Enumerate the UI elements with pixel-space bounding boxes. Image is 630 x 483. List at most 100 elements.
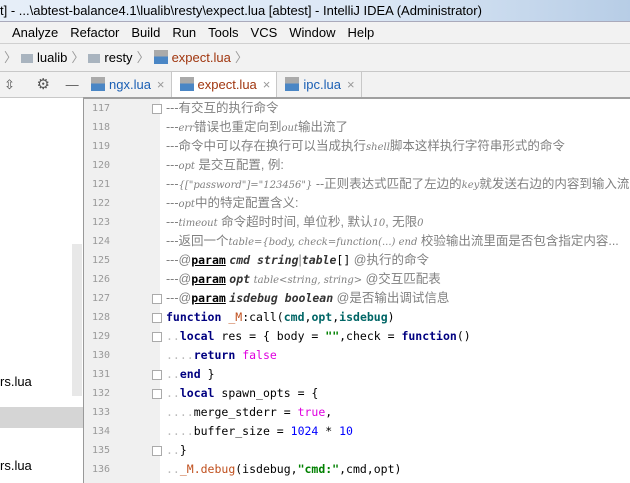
tab-label: expect.lua <box>197 77 257 92</box>
menu-run[interactable]: Run <box>172 25 196 40</box>
code-token: shell <box>366 142 390 153</box>
code-line: ---有交互的执行命令 <box>166 99 279 118</box>
code-token: 是交互配置, 例: <box>194 158 284 172</box>
code-token: 命令超时时间, 单位秒, 默认 <box>217 215 373 229</box>
code-token: 校验输出流里面是否包含指定内容... <box>417 234 619 248</box>
code-token: .. <box>166 462 180 476</box>
tab-ngx-lua[interactable]: ngx.lua × <box>83 72 172 97</box>
code-token: .... <box>166 405 194 419</box>
code-token: (isdebug, <box>235 462 298 476</box>
code-line: ..local spawn_opts = { <box>166 384 318 403</box>
code-token: param <box>191 272 226 286</box>
menu-bar: Analyze Refactor Build Run Tools VCS Window Hel… <box>0 22 630 44</box>
code-token: , <box>325 405 333 419</box>
menu-vcs[interactable]: VCS <box>251 25 278 40</box>
file-item[interactable]: rs.lua <box>0 458 32 473</box>
menu-build[interactable]: Build <box>131 25 160 40</box>
code-token: cmd <box>283 310 305 324</box>
menu-window[interactable]: Window <box>289 25 335 40</box>
menu-refactor[interactable]: Refactor <box>70 25 119 40</box>
line-number: 131 <box>91 369 110 380</box>
code-token: [] <box>336 253 351 267</box>
code-token: spawn_opts = { <box>214 386 319 400</box>
code-line: ---err错误也重定向到out输出流了 <box>166 118 348 137</box>
code-token: --- <box>166 177 179 191</box>
code-token: true <box>297 405 326 419</box>
code-token: ---命令中可以存在换行可以当成执行 <box>166 139 366 153</box>
collapse-icon[interactable]: ⇳ <box>4 77 15 92</box>
code-token: @交互匹配表 <box>362 272 441 286</box>
line-number: 136 <box>91 464 110 475</box>
fold-icon[interactable] <box>152 389 162 399</box>
fold-icon[interactable] <box>152 446 162 456</box>
breadcrumb-lualib[interactable]: lualib <box>37 50 67 65</box>
close-icon[interactable]: × <box>347 77 355 92</box>
code-token: opt <box>229 272 251 286</box>
code-token: {["password"]="123456"} <box>178 180 313 191</box>
code-token: @执行的命令 <box>350 253 429 267</box>
minimize-icon[interactable]: — <box>66 77 79 92</box>
fold-icon[interactable] <box>152 332 162 342</box>
line-number: 135 <box>91 445 110 456</box>
code-token: return <box>193 348 236 362</box>
code-line: ---命令中可以存在换行可以当成执行shell脚本这样执行字符串形式的命令 <box>166 137 565 156</box>
close-icon[interactable]: × <box>157 77 165 92</box>
code-token: timeout <box>178 218 218 229</box>
selected-row[interactable] <box>0 407 83 428</box>
code-line: ....merge_stderr = true, <box>166 403 332 422</box>
tab-expect-lua[interactable]: expect.lua × <box>171 72 278 97</box>
code-token: opt <box>311 310 333 324</box>
line-number: 124 <box>91 236 110 247</box>
line-number: 132 <box>91 388 110 399</box>
code-token: .. <box>166 367 180 381</box>
file-item[interactable]: rs.lua <box>0 374 32 389</box>
code-token: _M.debug <box>179 462 236 476</box>
code-line: ....buffer_size = 1024 * 10 <box>166 422 353 441</box>
code-line: ---@param cmd string|table[] @执行的命令 <box>166 251 429 270</box>
code-line: ---opt中的特定配置含义: <box>166 194 298 213</box>
code-token: 错误也重定向到 <box>193 120 282 134</box>
line-number: 129 <box>91 331 110 342</box>
code-token: false <box>242 348 277 362</box>
code-token: 10 <box>339 424 353 438</box>
code-token: @是否输出调试信息 <box>333 291 450 305</box>
line-number: 125 <box>91 255 110 266</box>
breadcrumb-resty[interactable]: resty <box>104 50 132 65</box>
breadcrumb-expect[interactable]: expect.lua <box>172 50 231 65</box>
code-line: ---@param opt table<string, string> @交互匹… <box>166 270 441 289</box>
line-number: 117 <box>91 103 110 114</box>
code-token: .. <box>166 386 180 400</box>
tab-ipc-lua[interactable]: ipc.lua × <box>277 72 362 97</box>
code-token: .. <box>166 443 180 457</box>
project-toolbar: ⇳ ⚙ — <box>0 72 83 98</box>
code-line: ---返回一个table={body, check=function(...) … <box>166 232 619 251</box>
menu-analyze[interactable]: Analyze <box>12 25 58 40</box>
line-number: 122 <box>91 198 110 209</box>
gear-icon[interactable]: ⚙ <box>37 76 50 93</box>
menu-help[interactable]: Help <box>348 25 375 40</box>
code-token: ---@ <box>166 272 192 286</box>
fold-icon[interactable] <box>152 294 162 304</box>
code-line: ---@param isdebug boolean @是否输出调试信息 <box>166 289 449 308</box>
line-number: 133 <box>91 407 110 418</box>
code-line: ..} <box>166 441 187 460</box>
fold-icon[interactable] <box>152 104 162 114</box>
folder-icon <box>21 54 34 63</box>
code-token: ---@ <box>166 253 192 267</box>
code-token: table <box>301 253 337 267</box>
fold-icon[interactable] <box>152 370 162 380</box>
lua-file-icon <box>179 77 194 91</box>
menu-tools[interactable]: Tools <box>208 25 238 40</box>
code-token: --- <box>166 120 179 134</box>
code-token: ,check = <box>339 329 402 343</box>
code-token: local <box>179 329 215 343</box>
fold-icon[interactable] <box>152 313 162 323</box>
close-icon[interactable]: × <box>263 77 271 92</box>
line-number: 130 <box>91 350 110 361</box>
code-token: () <box>456 329 471 343</box>
code-token: 输出流了 <box>297 120 348 134</box>
code-line: ..end } <box>166 365 215 384</box>
code-token: , 无限 <box>385 215 418 229</box>
scrollbar[interactable] <box>72 244 82 396</box>
code-token: cmd string <box>229 253 299 267</box>
